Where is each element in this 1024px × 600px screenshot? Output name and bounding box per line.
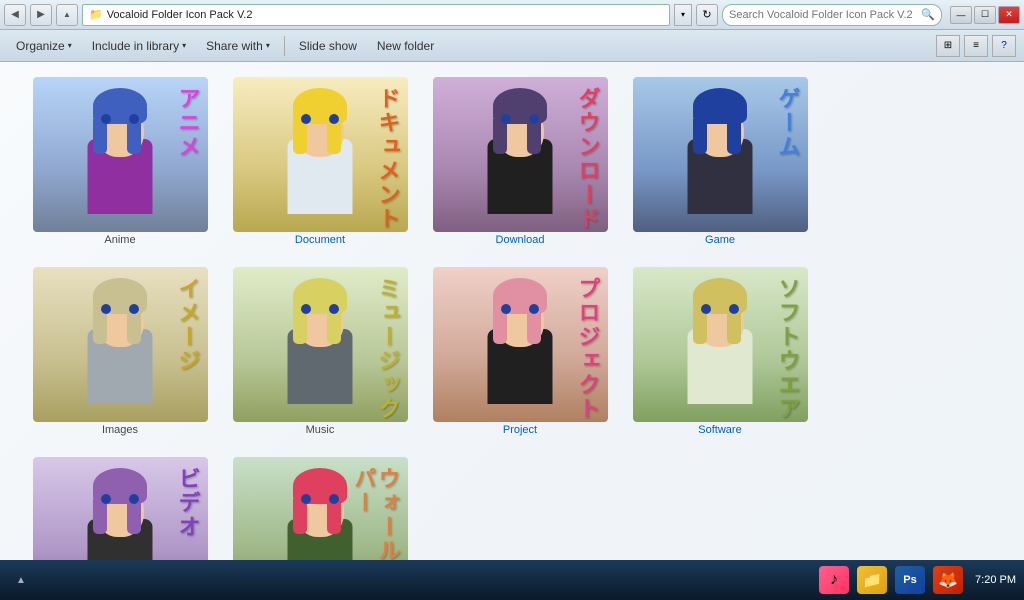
main-area: アニメ Anime ドキ (0, 62, 1024, 560)
notify-arrow[interactable]: ▲ (16, 575, 26, 586)
address-text: Vocaloid Folder Icon Pack V.2 (107, 9, 253, 21)
jp-text-music: ミュージック (375, 277, 399, 421)
folder-item-download[interactable]: ダウンロード Download (420, 72, 620, 262)
view-details-button[interactable]: ≡ (964, 35, 988, 57)
title-bar-left: ◀ ▶ ▲ 📁 Vocaloid Folder Icon Pack V.2 ▾ … (4, 4, 942, 26)
jp-text-video: ビデオ (175, 467, 199, 539)
view-list-button[interactable]: ⊞ (936, 35, 960, 57)
firefox-icon[interactable]: 🦊 (933, 566, 963, 594)
include-library-label: Include in library (92, 39, 179, 53)
up-button[interactable]: ▲ (56, 4, 78, 26)
folder-item-video[interactable]: ビデオ Video (20, 452, 220, 560)
search-input[interactable] (729, 9, 921, 21)
share-arrow: ▾ (266, 41, 270, 50)
taskbar-notify: ▲ (16, 575, 26, 586)
title-bar-controls: — ☐ ✕ (950, 6, 1020, 24)
share-with-button[interactable]: Share with ▾ (198, 34, 278, 58)
folder-item-project[interactable]: プロジェクト Project (420, 262, 620, 452)
jp-text-images: イメージ (175, 277, 199, 373)
address-bar[interactable]: 📁 Vocaloid Folder Icon Pack V.2 (82, 4, 670, 26)
folder-artwork-software: ソフトウエア (633, 267, 808, 422)
folder-label-music: Music (306, 424, 335, 436)
search-icon: 🔍 (921, 8, 935, 21)
organize-button[interactable]: Organize ▾ (8, 34, 80, 58)
folder-label-project: Project (503, 424, 537, 436)
search-bar[interactable]: 🔍 (722, 4, 942, 26)
folder-item-music[interactable]: ミュージック Music (220, 262, 420, 452)
toolbar: Organize ▾ Include in library ▾ Share wi… (0, 30, 1024, 62)
itunes-icon[interactable]: ♪ (819, 566, 849, 594)
minimize-button[interactable]: — (950, 6, 972, 24)
folder-label-game: Game (705, 234, 735, 246)
explorer-icon[interactable]: 📁 (857, 566, 887, 594)
include-arrow: ▾ (182, 41, 186, 50)
folder-artwork-anime: アニメ (33, 77, 208, 232)
folder-label-anime: Anime (104, 234, 135, 246)
folder-item-wallpaper[interactable]: ウォールペーパー Wallpaper (220, 452, 420, 560)
file-grid: アニメ Anime ドキ (0, 62, 1024, 560)
taskbar: ▲ ♪ 📁 Ps 🦊 7:20 PM (0, 560, 1024, 600)
view-controls: ⊞ ≡ ? (936, 35, 1016, 57)
include-library-button[interactable]: Include in library ▾ (84, 34, 194, 58)
folder-artwork-music: ミュージック (233, 267, 408, 422)
itunes-symbol: ♪ (830, 571, 838, 589)
photoshop-icon[interactable]: Ps (895, 566, 925, 594)
folder-artwork-images: イメージ (33, 267, 208, 422)
ps-symbol: Ps (903, 574, 916, 586)
address-dropdown[interactable]: ▾ (674, 4, 692, 26)
folder-artwork-download: ダウンロード (433, 77, 608, 232)
slideshow-button[interactable]: Slide show (291, 34, 365, 58)
organize-label: Organize (16, 39, 65, 53)
maximize-button[interactable]: ☐ (974, 6, 996, 24)
folder-label-images: Images (102, 424, 138, 436)
folder-item-game[interactable]: ゲーム Game (620, 72, 820, 262)
jp-text-software: ソフトウエア (775, 277, 799, 421)
new-folder-label: New folder (377, 39, 434, 53)
help-button[interactable]: ? (992, 35, 1016, 57)
jp-text-project: プロジェクト (575, 277, 599, 421)
folder-item-document[interactable]: ドキュメント Document (220, 72, 420, 262)
folder-artwork-document: ドキュメント (233, 77, 408, 232)
forward-button[interactable]: ▶ (30, 4, 52, 26)
organize-arrow: ▾ (68, 41, 72, 50)
folder-item-software[interactable]: ソフトウエア Software (620, 262, 820, 452)
new-folder-button[interactable]: New folder (369, 34, 442, 58)
title-bar: ◀ ▶ ▲ 📁 Vocaloid Folder Icon Pack V.2 ▾ … (0, 0, 1024, 30)
folder-item-anime[interactable]: アニメ Anime (20, 72, 220, 262)
refresh-button[interactable]: ↻ (696, 4, 718, 26)
folder-artwork-project: プロジェクト (433, 267, 608, 422)
folder-label-document: Document (295, 234, 345, 246)
folder-item-images[interactable]: イメージ Images (20, 262, 220, 452)
firefox-symbol: 🦊 (938, 570, 958, 590)
folder-label-software: Software (698, 424, 741, 436)
jp-text-anime: アニメ (175, 87, 199, 159)
close-button[interactable]: ✕ (998, 6, 1020, 24)
address-folder-icon: 📁 (89, 8, 103, 21)
jp-text-download: ダウンロード (575, 87, 599, 231)
share-with-label: Share with (206, 39, 263, 53)
folder-artwork-video: ビデオ (33, 457, 208, 560)
jp-text-wallpaper: ウォールペーパー (351, 467, 399, 560)
slideshow-label: Slide show (299, 39, 357, 53)
folder-artwork-wallpaper: ウォールペーパー (233, 457, 408, 560)
folder-label-download: Download (496, 234, 545, 246)
explorer-symbol: 📁 (862, 570, 882, 590)
taskbar-clock: 7:20 PM (975, 574, 1016, 586)
taskbar-icons: ♪ 📁 Ps 🦊 (819, 566, 963, 594)
back-button[interactable]: ◀ (4, 4, 26, 26)
toolbar-separator (284, 36, 285, 56)
folder-artwork-game: ゲーム (633, 77, 808, 232)
jp-text-document: ドキュメント (375, 87, 399, 231)
jp-text-game: ゲーム (775, 87, 799, 159)
